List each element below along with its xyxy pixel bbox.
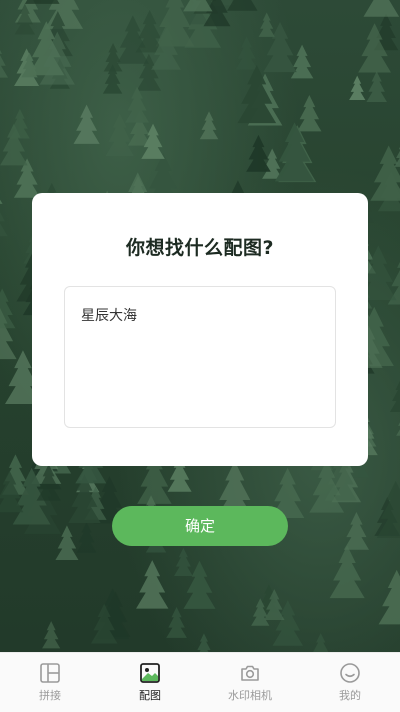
tree-shape [24,0,60,4]
tab-splice[interactable]: 拼接 [0,653,100,712]
tree-shape [349,75,366,100]
smile-face-icon [340,663,360,683]
tree-shape [366,71,387,103]
layout-grid-icon [40,663,60,683]
tree-shape [125,86,150,123]
tree-shape [290,44,314,79]
tree-shape [297,95,322,132]
tree-shape [166,606,187,638]
tree-shape [0,49,9,78]
tree-shape [197,633,211,652]
tree-shape [313,633,329,652]
tree-shape [246,134,271,172]
tree-shape [136,560,169,609]
tree-shape [42,621,61,649]
tree-shape [343,512,369,550]
tab-label: 配图 [139,689,161,702]
tree-shape [199,111,219,140]
bottom-tab-bar: 拼接 配图 水印相机 我的 [0,652,400,712]
tab-picture[interactable]: 配图 [100,653,200,712]
tree-shape [378,569,400,625]
tab-label: 我的 [339,689,361,702]
search-text-input[interactable]: 星辰大海 [64,286,336,428]
tab-watermark-camera[interactable]: 水印相机 [200,653,300,712]
tree-shape [76,522,97,553]
tree-shape [0,191,3,204]
tree-shape [258,12,275,37]
tree-shape [235,36,258,70]
tab-label: 拼接 [39,689,61,702]
tab-mine[interactable]: 我的 [300,653,400,712]
tree-shape [183,560,216,609]
tree-shape [329,545,365,599]
confirm-button[interactable]: 确定 [112,506,288,546]
image-icon [140,663,160,683]
tree-shape [0,288,16,329]
tree-shape [363,0,400,17]
tab-label: 水印相机 [228,689,272,702]
tree-shape [370,145,400,201]
tree-shape [174,547,193,576]
tree-shape [0,205,8,237]
camera-icon [241,665,259,681]
tree-shape [389,380,400,412]
dialog-title: 你想找什么配图? [125,237,275,259]
tree-shape [73,104,100,144]
tree-shape [10,108,30,139]
search-dialog: 你想找什么配图? 星辰大海 [32,193,368,466]
